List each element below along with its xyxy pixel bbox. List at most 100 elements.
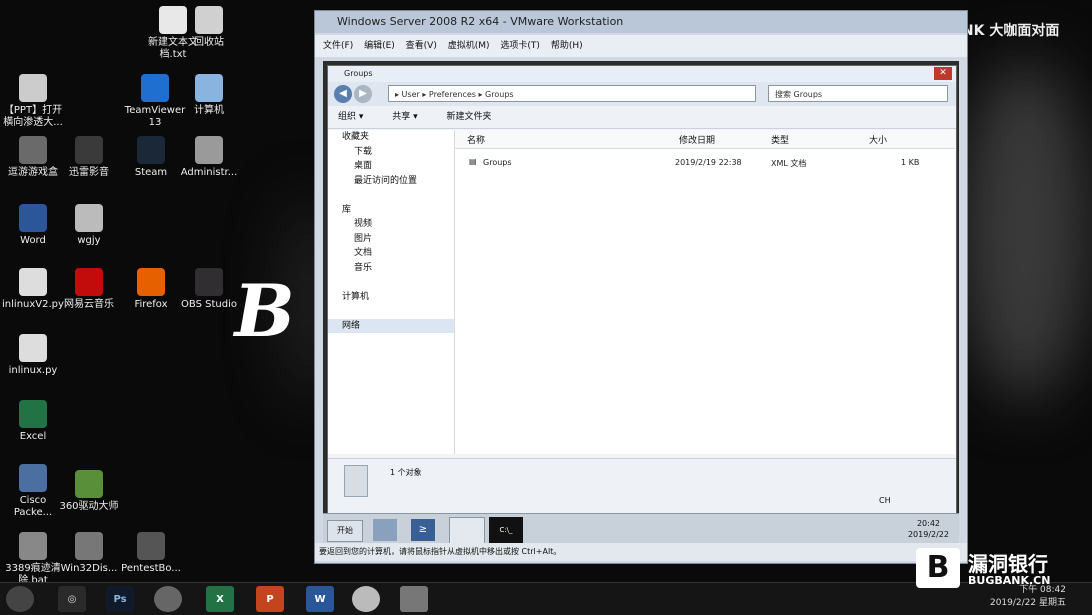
teamviewer-icon [141,74,169,102]
new-folder-button[interactable]: 新建文件夹 [447,112,492,122]
bugbank-name: 漏洞银行 [968,552,1048,576]
cisco-icon [19,464,47,492]
bugbank-logo: B [916,548,960,588]
desktop-icon[interactable]: 回收站 [176,6,242,49]
desktop-icon-label: 迅雷影音 [69,167,109,178]
file-large-icon [344,465,368,497]
menu-help[interactable]: 帮助(H) [551,41,583,51]
menu-edit[interactable]: 编辑(E) [364,41,395,51]
chrome-icon[interactable] [154,586,182,612]
desktop-icon[interactable]: Steam [118,136,184,179]
desktop-icon[interactable]: 【PPT】打开 横向渗透大... [0,74,66,129]
desktop-icon[interactable]: 计算机 [176,74,242,117]
file-modified: 2019/2/19 22:38 [675,158,742,167]
menu-tabs[interactable]: 选项卡(T) [500,41,540,51]
file-size: 1 KB [901,158,920,167]
firefox-icon [137,268,165,296]
nav-item[interactable]: 图片 [328,232,454,247]
start-button[interactable]: 开始 [327,520,363,542]
desktop-icon[interactable]: PentestBo... [118,532,184,575]
language-indicator[interactable]: CH [879,496,891,505]
vmware-taskbar-icon[interactable] [400,586,428,612]
user-folder-icon [195,136,223,164]
desktop-icon-label: 计算机 [194,105,224,116]
column-header: 名称 修改日期 类型 大小 [455,130,955,149]
organize-button[interactable]: 组织 ▾ [338,112,363,122]
desktop-icon[interactable]: OBS Studio [176,268,242,311]
desktop-icon[interactable]: Firefox [118,268,184,311]
nav-item [328,275,454,290]
address-bar[interactable]: ▸ User ▸ Preferences ▸ Groups [388,85,756,102]
file-name: Groups [483,158,512,167]
desktop-icon[interactable]: 迅雷影音 [56,136,122,179]
desktop-icon[interactable]: Administr... [176,136,242,179]
netease-music-icon [75,268,103,296]
photoshop-icon[interactable]: Ps [106,586,134,612]
obs-taskbar-icon[interactable] [352,586,380,612]
nav-item[interactable]: 计算机 [328,290,454,305]
desktop-icon[interactable]: 网易云音乐 [56,268,122,311]
column-type[interactable]: 类型 [771,133,789,146]
nav-item[interactable]: 文档 [328,246,454,261]
cmd-icon[interactable]: C:\_ [489,517,523,543]
details-pane: 1 个对象 [328,458,956,517]
desktop-icon[interactable]: Excel [0,400,66,443]
menu-vm[interactable]: 虚拟机(M) [448,41,490,51]
desktop-icon-label: Firefox [134,299,168,310]
recycle-bin-icon [195,6,223,34]
file-row[interactable]: ▤ Groups 2019/2/19 22:38 XML 文档 1 KB [455,157,955,171]
file-list: 名称 修改日期 类型 大小 ▤ Groups 2019/2/19 22:38 X… [455,130,955,454]
powerpoint-icon[interactable]: P [256,586,284,612]
column-size[interactable]: 大小 [869,133,887,146]
vmware-window[interactable]: Windows Server 2008 R2 x64 - VMware Work… [314,10,968,564]
nav-item[interactable]: 网络 [328,318,454,333]
obs-icon [195,268,223,296]
address-row: ◀ ▶ ▸ User ▸ Preferences ▸ Groups 搜索 Gro… [328,82,956,106]
vmware-title-bar[interactable]: Windows Server 2008 R2 x64 - VMware Work… [315,11,967,33]
nav-item[interactable]: 库 [328,203,454,218]
menu-file[interactable]: 文件(F) [323,41,353,51]
forward-icon[interactable]: ▶ [354,85,372,103]
excel-taskbar-icon[interactable]: X [206,586,234,612]
close-icon[interactable]: ✕ [934,67,952,80]
vmware-title: Windows Server 2008 R2 x64 - VMware Work… [337,15,624,28]
nav-item[interactable]: 视频 [328,217,454,232]
video-player-icon [75,136,103,164]
back-icon[interactable]: ◀ [334,85,352,103]
netease-taskbar-icon[interactable]: ◎ [58,586,86,612]
nav-item[interactable]: 下载 [328,145,454,160]
bugbank-watermark: B 漏洞银行 BUGBANK.CN [916,546,1066,590]
word-taskbar-icon[interactable]: W [306,586,334,612]
desktop-icon[interactable]: Win32Dis... [56,532,122,575]
file-icon [19,74,47,102]
powershell-icon[interactable]: ≥ [411,519,435,541]
nav-item[interactable]: 音乐 [328,261,454,276]
column-name[interactable]: 名称 [467,133,485,146]
start-orb-icon[interactable] [6,586,34,612]
guest-date: 2019/2/22 [907,530,949,539]
nav-item[interactable]: 最近访问的位置 [328,174,454,189]
desktop-icon[interactable]: inlinux.py [0,334,66,377]
share-button[interactable]: 共享 ▾ [392,112,417,122]
nav-item[interactable]: 收藏夹 [328,130,454,145]
bat-file-icon [19,532,47,560]
folder-icon [75,204,103,232]
menu-view[interactable]: 查看(V) [406,41,437,51]
driver-icon [75,470,103,498]
xml-file-icon: ▤ [469,157,477,166]
nav-item[interactable]: 桌面 [328,159,454,174]
desktop-icon[interactable]: 360驱动大师 [56,470,122,513]
desktop-icon-label: 360驱动大师 [59,501,119,512]
desktop-icon[interactable]: wgjy [56,204,122,247]
guest-screen[interactable]: Groups ✕ ◀ ▶ ▸ User ▸ Preferences ▸ Grou… [323,61,959,551]
explorer-title-bar[interactable]: Groups ✕ [328,66,956,82]
guest-clock: 20:42 2019/2/22 [908,518,949,540]
search-input[interactable]: 搜索 Groups [768,85,948,102]
python-file-icon [19,334,47,362]
explorer-task-icon[interactable] [449,517,485,545]
column-modified[interactable]: 修改日期 [679,133,715,146]
server-manager-icon[interactable] [373,519,397,541]
navigation-pane: 收藏夹 下载 桌面 最近访问的位置库视频 图片 文档 音乐计算机网络 [328,130,455,454]
explorer-window[interactable]: Groups ✕ ◀ ▶ ▸ User ▸ Preferences ▸ Grou… [327,65,957,519]
desktop-icon-label: Steam [134,167,168,178]
